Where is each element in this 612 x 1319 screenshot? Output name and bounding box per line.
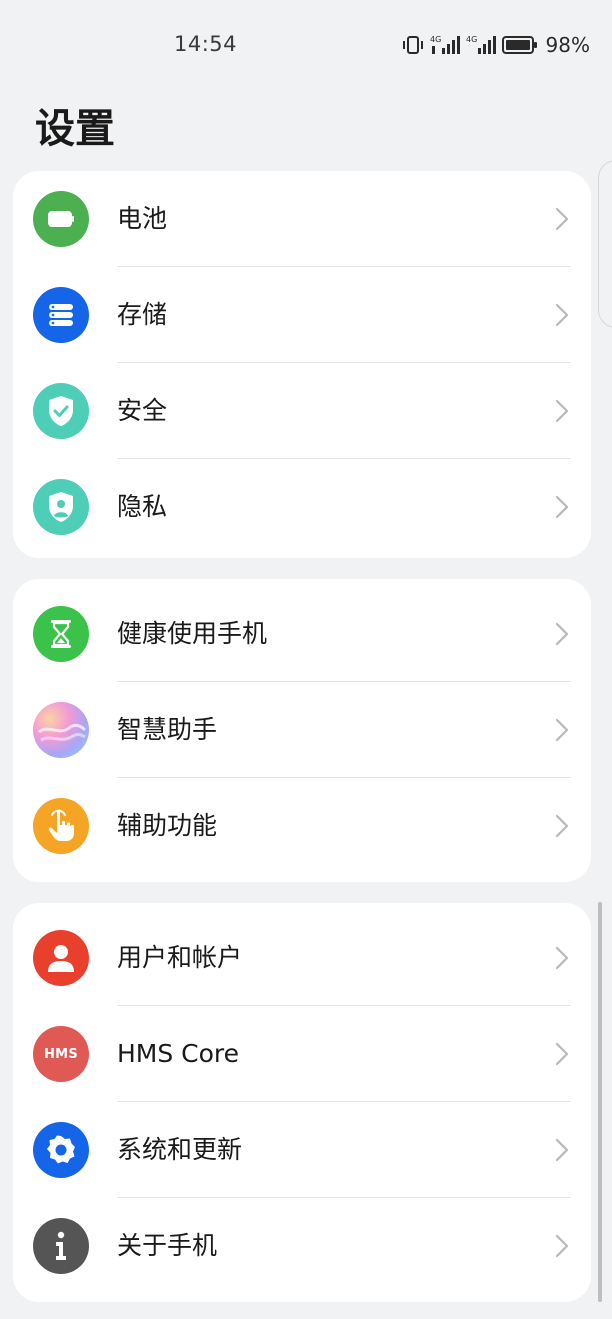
settings-item-system-updates[interactable]: 系统和更新 <box>13 1102 591 1198</box>
chevron-right-icon <box>555 1042 569 1066</box>
settings-item-users-accounts[interactable]: 用户和帐户 <box>13 910 591 1006</box>
status-icons: 4G 4G 98% <box>402 33 590 57</box>
settings-item-label: 用户和帐户 <box>117 943 243 972</box>
settings-group-device: 电池 存储 安全 隐私 <box>13 171 591 558</box>
page-title: 设置 <box>35 106 115 152</box>
settings-item-label: HMS Core <box>117 1039 240 1068</box>
signal-4g-icon-1: 4G <box>430 34 460 56</box>
accessibility-hand-icon <box>33 798 89 854</box>
settings-group-system: 用户和帐户 HMS HMS Core 系统和更新 关于手机 <box>13 903 591 1302</box>
settings-item-label: 关于手机 <box>117 1231 218 1260</box>
settings-item-digital-balance[interactable]: 健康使用手机 <box>13 586 591 682</box>
info-icon <box>33 1218 89 1274</box>
settings-item-privacy[interactable]: 隐私 <box>13 459 591 555</box>
hourglass-icon <box>33 606 89 662</box>
security-shield-icon <box>33 383 89 439</box>
settings-item-label: 安全 <box>117 396 168 425</box>
chevron-right-icon <box>555 1138 569 1162</box>
battery-status-icon <box>501 35 538 55</box>
gear-icon <box>33 1122 89 1178</box>
chevron-right-icon <box>555 495 569 519</box>
chevron-right-icon <box>555 303 569 327</box>
svg-text:4G: 4G <box>466 35 477 44</box>
chevron-right-icon <box>555 622 569 646</box>
chevron-right-icon <box>555 207 569 231</box>
battery-icon <box>33 191 89 247</box>
hms-icon-text: HMS <box>43 1046 79 1062</box>
smart-assistant-icon <box>33 702 89 758</box>
chevron-right-icon <box>555 399 569 423</box>
settings-item-about-phone[interactable]: 关于手机 <box>13 1198 591 1294</box>
settings-item-label: 系统和更新 <box>117 1135 243 1164</box>
chevron-right-icon <box>555 814 569 838</box>
vibrate-icon <box>402 35 424 55</box>
chevron-right-icon <box>555 718 569 742</box>
status-time: 14:54 <box>174 32 238 56</box>
battery-percent: 98% <box>545 33 590 57</box>
settings-item-label: 存储 <box>117 300 168 329</box>
settings-item-storage[interactable]: 存储 <box>13 267 591 363</box>
settings-item-label: 隐私 <box>117 492 168 521</box>
signal-4g-icon-2: 4G <box>466 34 496 56</box>
settings-item-smart-assistant[interactable]: 智慧助手 <box>13 682 591 778</box>
settings-group-assist: 健康使用手机 智慧助手 辅助功能 <box>13 579 591 882</box>
chevron-right-icon <box>555 1234 569 1258</box>
storage-icon <box>33 287 89 343</box>
privacy-shield-icon <box>33 479 89 535</box>
settings-item-label: 电池 <box>117 204 168 233</box>
hms-icon: HMS <box>33 1026 89 1082</box>
settings-item-hms-core[interactable]: HMS HMS Core <box>13 1006 591 1102</box>
settings-item-label: 健康使用手机 <box>117 619 268 648</box>
svg-text:4G: 4G <box>430 35 441 44</box>
settings-item-battery[interactable]: 电池 <box>13 171 591 267</box>
chevron-right-icon <box>555 946 569 970</box>
settings-item-security[interactable]: 安全 <box>13 363 591 459</box>
settings-item-label: 智慧助手 <box>117 715 218 744</box>
scrollbar[interactable] <box>598 902 602 1302</box>
settings-item-accessibility[interactable]: 辅助功能 <box>13 778 591 874</box>
side-edge-handle[interactable] <box>598 160 612 328</box>
settings-item-label: 辅助功能 <box>117 811 218 840</box>
user-icon <box>33 930 89 986</box>
status-bar: 14:54 4G 4G 98% <box>0 0 612 90</box>
